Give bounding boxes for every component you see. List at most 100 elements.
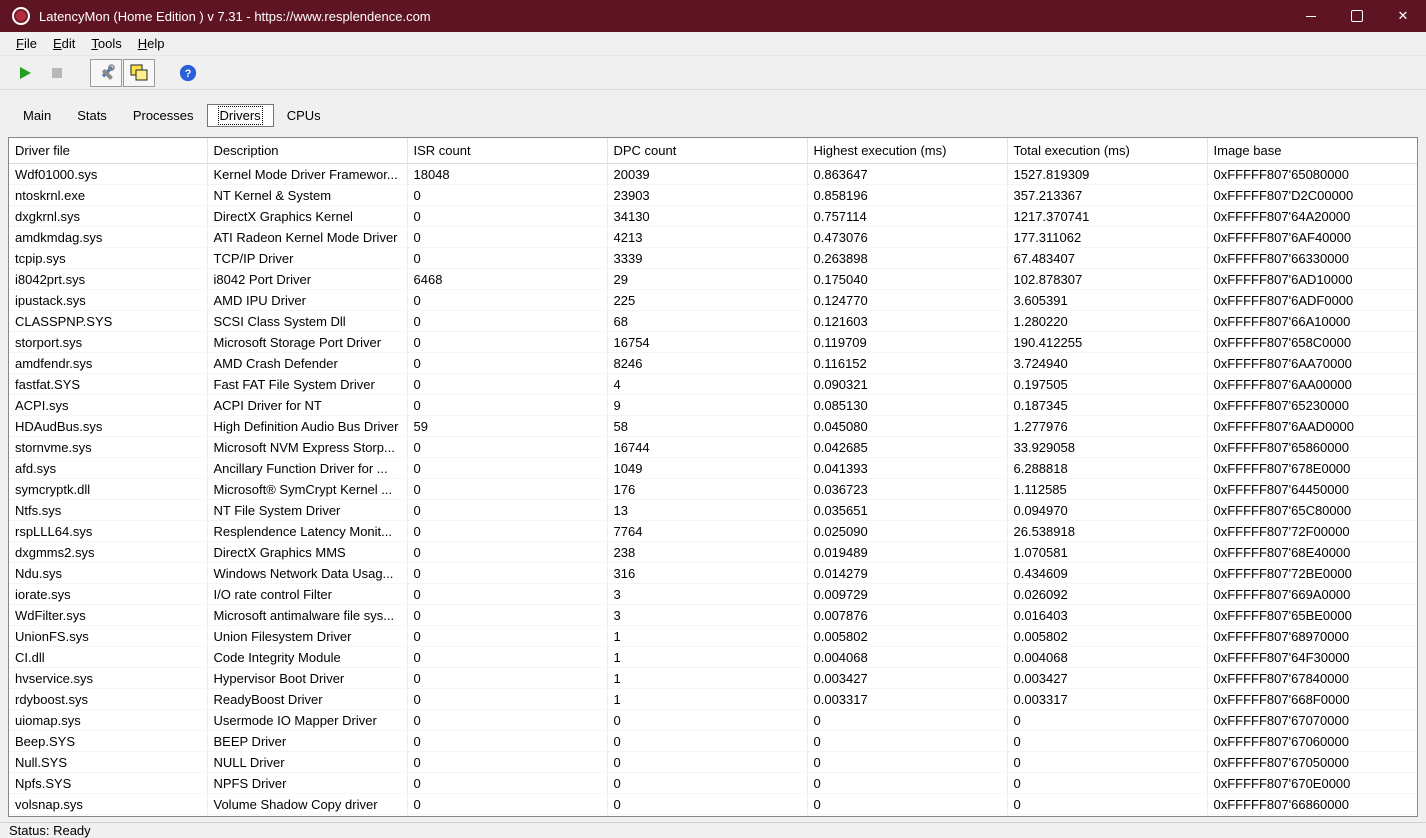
table-row[interactable]: volsnap.sys Volume Shadow Copy driver 0 … [9, 794, 1417, 815]
tab-cpus[interactable]: CPUs [274, 104, 334, 127]
cell-dpc-count: 4 [607, 374, 807, 395]
copy-report-button[interactable] [123, 59, 155, 87]
table-row[interactable]: Beep.SYS BEEP Driver 0 0 0 0 0xFFFFF807'… [9, 731, 1417, 752]
maximize-icon [1351, 10, 1363, 22]
table-row[interactable]: uiomap.sys Usermode IO Mapper Driver 0 0… [9, 710, 1417, 731]
cell-image-base: 0xFFFFF807'67060000 [1207, 731, 1417, 752]
menu-file[interactable]: File [8, 34, 45, 53]
app-icon [12, 7, 30, 25]
table-row[interactable]: tcpip.sys TCP/IP Driver 0 3339 0.263898 … [9, 248, 1417, 269]
cell-image-base: 0xFFFFF807'64450000 [1207, 479, 1417, 500]
titlebar: LatencyMon (Home Edition ) v 7.31 - http… [0, 0, 1426, 32]
menu-tools[interactable]: Tools [83, 34, 129, 53]
table-row[interactable]: rdyboost.sys ReadyBoost Driver 0 1 0.003… [9, 689, 1417, 710]
table-row[interactable]: symcryptk.dll Microsoft® SymCrypt Kernel… [9, 479, 1417, 500]
cell-driver-file: storport.sys [9, 332, 207, 353]
table-row[interactable]: HDAudBus.sys High Definition Audio Bus D… [9, 416, 1417, 437]
options-button[interactable] [90, 59, 122, 87]
tab-main[interactable]: Main [10, 104, 64, 127]
stop-monitor-button[interactable] [42, 60, 72, 86]
table-row[interactable]: ntoskrnl.exe NT Kernel & System 0 23903 … [9, 185, 1417, 206]
close-button[interactable]: ✕ [1380, 0, 1426, 32]
col-driver-file[interactable]: Driver file [9, 138, 207, 164]
tab-stats[interactable]: Stats [64, 104, 120, 127]
cell-total-execution: 357.213367 [1007, 185, 1207, 206]
toolbar: ? [0, 55, 1426, 90]
table-row[interactable]: rspLLL64.sys Resplendence Latency Monit.… [9, 521, 1417, 542]
cell-description: Volume Shadow Copy driver [207, 794, 407, 815]
table-row[interactable]: Null.SYS NULL Driver 0 0 0 0 0xFFFFF807'… [9, 752, 1417, 773]
cell-highest-execution: 0.003317 [807, 689, 1007, 710]
table-row[interactable]: ipustack.sys AMD IPU Driver 0 225 0.1247… [9, 290, 1417, 311]
cell-highest-execution: 0 [807, 710, 1007, 731]
table-row[interactable]: i8042prt.sys i8042 Port Driver 6468 29 0… [9, 269, 1417, 290]
cell-driver-file: UnionFS.sys [9, 626, 207, 647]
maximize-button[interactable] [1334, 0, 1380, 32]
cell-highest-execution: 0 [807, 752, 1007, 773]
cell-description: NT Kernel & System [207, 185, 407, 206]
cell-highest-execution: 0.045080 [807, 416, 1007, 437]
table-row[interactable]: ACPI.sys ACPI Driver for NT 0 9 0.085130… [9, 395, 1417, 416]
col-image-base[interactable]: Image base [1207, 138, 1417, 164]
col-highest-execution[interactable]: Highest execution (ms) [807, 138, 1007, 164]
table-row[interactable]: BasicRender.sys Microsoft Basic Render D… [9, 815, 1417, 818]
table-row[interactable]: Ntfs.sys NT File System Driver 0 13 0.03… [9, 500, 1417, 521]
cell-image-base: 0xFFFFF807'67840000 [1207, 668, 1417, 689]
cell-dpc-count: 0 [607, 815, 807, 818]
table-row[interactable]: CI.dll Code Integrity Module 0 1 0.00406… [9, 647, 1417, 668]
table-row[interactable]: CLASSPNP.SYS SCSI Class System Dll 0 68 … [9, 311, 1417, 332]
cell-image-base: 0xFFFFF807'658C0000 [1207, 332, 1417, 353]
table-row[interactable]: hvservice.sys Hypervisor Boot Driver 0 1… [9, 668, 1417, 689]
cell-highest-execution: 0.116152 [807, 353, 1007, 374]
cell-total-execution: 0.016403 [1007, 605, 1207, 626]
cell-isr-count: 0 [407, 227, 607, 248]
help-button[interactable]: ? [173, 60, 203, 86]
cell-isr-count: 0 [407, 731, 607, 752]
cell-isr-count: 0 [407, 479, 607, 500]
cell-driver-file: Null.SYS [9, 752, 207, 773]
table-row[interactable]: Npfs.SYS NPFS Driver 0 0 0 0 0xFFFFF807'… [9, 773, 1417, 794]
cell-image-base: 0xFFFFF807'68E40000 [1207, 542, 1417, 563]
cell-isr-count: 0 [407, 206, 607, 227]
table-row[interactable]: storport.sys Microsoft Storage Port Driv… [9, 332, 1417, 353]
col-description[interactable]: Description [207, 138, 407, 164]
cell-driver-file: rdyboost.sys [9, 689, 207, 710]
cell-driver-file: Npfs.SYS [9, 773, 207, 794]
tab-drivers[interactable]: Drivers [207, 104, 274, 127]
table-row[interactable]: Wdf01000.sys Kernel Mode Driver Framewor… [9, 164, 1417, 185]
table-row[interactable]: amdkmdag.sys ATI Radeon Kernel Mode Driv… [9, 227, 1417, 248]
table-row[interactable]: afd.sys Ancillary Function Driver for ..… [9, 458, 1417, 479]
cell-driver-file: BasicRender.sys [9, 815, 207, 818]
cell-description: DirectX Graphics MMS [207, 542, 407, 563]
table-row[interactable]: WdFilter.sys Microsoft antimalware file … [9, 605, 1417, 626]
table-row[interactable]: dxgmms2.sys DirectX Graphics MMS 0 238 0… [9, 542, 1417, 563]
cell-isr-count: 0 [407, 815, 607, 818]
cell-total-execution: 0.005802 [1007, 626, 1207, 647]
tab-processes[interactable]: Processes [120, 104, 207, 127]
cell-total-execution: 0.003317 [1007, 689, 1207, 710]
table-row[interactable]: UnionFS.sys Union Filesystem Driver 0 1 … [9, 626, 1417, 647]
cell-driver-file: Wdf01000.sys [9, 164, 207, 185]
start-monitor-button[interactable] [10, 60, 40, 86]
cell-dpc-count: 3 [607, 605, 807, 626]
table-row[interactable]: amdfendr.sys AMD Crash Defender 0 8246 0… [9, 353, 1417, 374]
col-dpc-count[interactable]: DPC count [607, 138, 807, 164]
svg-text:?: ? [185, 68, 192, 80]
table-row[interactable]: fastfat.SYS Fast FAT File System Driver … [9, 374, 1417, 395]
table-row[interactable]: stornvme.sys Microsoft NVM Express Storp… [9, 437, 1417, 458]
cell-image-base: 0xFFFFF807'67050000 [1207, 752, 1417, 773]
cell-highest-execution: 0.019489 [807, 542, 1007, 563]
col-total-execution[interactable]: Total execution (ms) [1007, 138, 1207, 164]
cell-description: BEEP Driver [207, 731, 407, 752]
menu-edit[interactable]: Edit [45, 34, 83, 53]
col-isr-count[interactable]: ISR count [407, 138, 607, 164]
cell-description: High Definition Audio Bus Driver [207, 416, 407, 437]
latencymon-window: LatencyMon (Home Edition ) v 7.31 - http… [0, 0, 1426, 836]
table-row[interactable]: Ndu.sys Windows Network Data Usag... 0 3… [9, 563, 1417, 584]
cell-dpc-count: 68 [607, 311, 807, 332]
table-row[interactable]: iorate.sys I/O rate control Filter 0 3 0… [9, 584, 1417, 605]
minimize-button[interactable] [1288, 0, 1334, 32]
menu-help[interactable]: Help [130, 34, 173, 53]
cell-dpc-count: 4213 [607, 227, 807, 248]
table-row[interactable]: dxgkrnl.sys DirectX Graphics Kernel 0 34… [9, 206, 1417, 227]
